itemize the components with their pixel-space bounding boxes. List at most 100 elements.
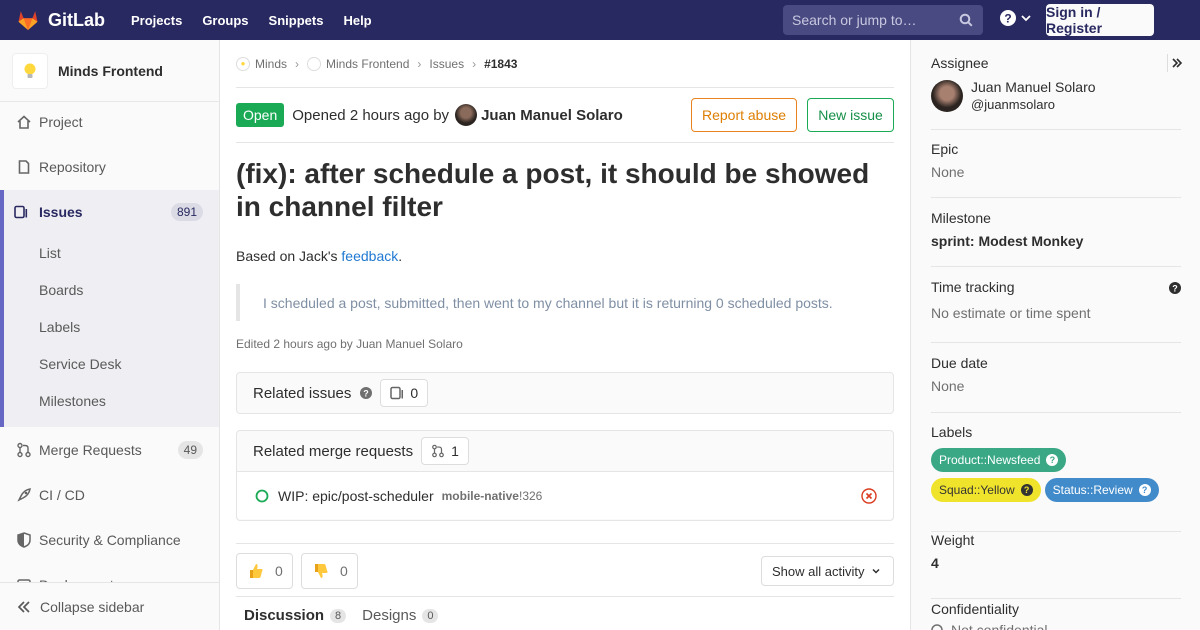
thumbs-down-button[interactable]: 0 <box>301 553 358 589</box>
svg-text:?: ? <box>1004 12 1011 26</box>
opened-time: 2 hours ago <box>349 106 430 124</box>
weight-block: Weight 4 <box>931 532 1181 599</box>
nav-help[interactable]: Help <box>343 13 371 28</box>
sidebar-item-label: Security & Compliance <box>39 532 181 548</box>
sidebar-item-label: Issues <box>39 204 83 220</box>
author-avatar[interactable] <box>455 104 478 126</box>
tab-discussion[interactable]: Discussion 8 <box>244 607 347 624</box>
edited-info: Edited 2 hours ago by Juan Manuel Solaro <box>236 337 463 351</box>
breadcrumb-group[interactable]: Minds <box>255 57 287 71</box>
question-icon[interactable]: ? <box>1169 282 1181 294</box>
confidentiality-label: Confidentiality <box>931 601 1019 617</box>
label-product-newsfeed[interactable]: Product::Newsfeed ? <box>931 448 1067 472</box>
chevron-down-icon <box>1021 15 1031 22</box>
question-icon: ? <box>1138 484 1151 496</box>
sidebar-item-label: Repository <box>39 159 106 175</box>
right-sidebar: Assignee Juan Manuel Solaro @juanmsolaro… <box>910 40 1200 630</box>
description-text: Based on Jack's <box>236 248 342 264</box>
confidentiality-value: Not confidential <box>931 622 1181 630</box>
breadcrumb-current[interactable]: #1843 <box>484 57 517 71</box>
related-issues-count-value: 0 <box>410 385 419 401</box>
related-mrs-title: Related merge requests <box>253 442 414 460</box>
new-issue-button[interactable]: New issue <box>807 98 894 132</box>
sidebar-item-project[interactable]: Project <box>0 102 219 142</box>
gitlab-logo[interactable]: GitLab <box>16 8 105 32</box>
assignee-block: Assignee Juan Manuel Solaro @juanmsolaro <box>931 55 1181 130</box>
breadcrumb: ● Minds › Minds Frontend › Issues › #184… <box>236 40 894 88</box>
chevron-down-icon <box>872 568 880 574</box>
thumbs-up-button[interactable]: 0 <box>236 553 293 589</box>
opened-label: Opened <box>292 106 346 124</box>
mr-project: mobile-native <box>441 488 519 503</box>
signin-button[interactable]: Sign in / Register <box>1046 4 1154 36</box>
eye-icon <box>931 624 943 630</box>
mr-iid: !326 <box>518 488 543 503</box>
sidebar-subitem-milestones[interactable]: Milestones <box>4 382 219 419</box>
project-header[interactable]: Minds Frontend <box>0 40 219 102</box>
thumbs-up-count: 0 <box>275 563 283 579</box>
report-abuse-button[interactable]: Report abuse <box>691 98 797 132</box>
tab-designs[interactable]: Designs 0 <box>362 607 439 624</box>
label-status-review[interactable]: Status::Review ? <box>1044 478 1159 502</box>
nav-groups[interactable]: Groups <box>202 13 248 28</box>
search-input[interactable]: Search or jump to… <box>783 5 983 35</box>
related-merge-requests-block: Related merge requests 1 WIP: epic/post-… <box>236 430 894 521</box>
activity-filter-dropdown[interactable]: Show all activity <box>761 556 894 586</box>
pipeline-failed-icon[interactable] <box>861 487 877 504</box>
mr-title[interactable]: WIP: epic/post-scheduler <box>278 488 434 504</box>
merge-requests-count-badge: 49 <box>177 441 203 459</box>
sidebar-item-merge-requests[interactable]: Merge Requests 49 <box>0 430 219 470</box>
sidebar-subitem-service-desk[interactable]: Service Desk <box>4 345 219 382</box>
weight-label: Weight <box>931 532 975 548</box>
epic-label: Epic <box>931 141 959 157</box>
thumbs-up-icon <box>250 564 263 578</box>
sidebar-subitem-labels[interactable]: Labels <box>4 308 219 345</box>
activity-filter-label: Show all activity <box>772 563 865 579</box>
breadcrumb-project[interactable]: Minds Frontend <box>326 57 409 71</box>
assignee-info[interactable]: Juan Manuel Solaro @juanmsolaro <box>931 79 1181 113</box>
sidebar-item-label: CI / CD <box>39 487 85 503</box>
open-status-icon <box>255 489 269 502</box>
nav-projects[interactable]: Projects <box>131 13 182 28</box>
collapse-sidebar-button[interactable]: Collapse sidebar <box>0 582 219 630</box>
related-mrs-count[interactable]: 1 <box>421 437 469 465</box>
question-icon: ? <box>1020 484 1033 496</box>
sidebar-item-ci-cd[interactable]: CI / CD <box>0 475 219 515</box>
nav-snippets[interactable]: Snippets <box>269 13 324 28</box>
related-issues-block: Related issues ? 0 <box>236 372 894 414</box>
sidebar-item-repository[interactable]: Repository <box>0 147 219 187</box>
list-item[interactable]: WIP: epic/post-scheduler mobile-native!3… <box>237 471 893 519</box>
question-icon: ? <box>1046 454 1059 466</box>
sidebar-subitem-boards[interactable]: Boards <box>4 271 219 308</box>
shield-icon <box>17 532 31 548</box>
sidebar-issues-header[interactable]: Issues 891 <box>4 190 219 234</box>
tab-count: 8 <box>330 608 347 623</box>
description-suffix: . <box>398 248 403 264</box>
sidebar-item-issues: Issues 891 List Boards Labels Service De… <box>0 190 219 427</box>
author-name[interactable]: Juan Manuel Solaro <box>481 107 623 124</box>
epic-value: None <box>931 164 965 180</box>
assignee-username: @juanmsolaro <box>971 97 1056 112</box>
svg-text:?: ? <box>1172 284 1178 294</box>
issue-opened-info: Opened 2 hours ago by Juan Manuel Solaro <box>292 104 623 126</box>
help-dropdown[interactable]: ? <box>1000 10 1032 26</box>
breadcrumb-separator: › <box>295 56 300 71</box>
breadcrumb-separator: › <box>472 56 477 71</box>
milestone-label: Milestone <box>931 210 991 226</box>
merge-request-icon <box>17 442 31 458</box>
question-icon[interactable]: ? <box>360 387 373 399</box>
milestone-value[interactable]: sprint: Modest Monkey <box>931 233 1181 249</box>
label-squad-yellow[interactable]: Squad::Yellow ? <box>931 478 1041 502</box>
issues-icon <box>14 205 28 219</box>
feedback-link[interactable]: feedback <box>341 248 398 264</box>
search-icon <box>959 13 973 27</box>
brand-name: GitLab <box>48 9 105 30</box>
project-name: Minds Frontend <box>58 62 163 79</box>
weight-value: 4 <box>931 555 939 571</box>
status-badge: Open <box>236 103 285 127</box>
breadcrumb-issues[interactable]: Issues <box>429 57 464 71</box>
related-issues-count[interactable]: 0 <box>380 379 429 407</box>
sidebar-item-security[interactable]: Security & Compliance <box>0 520 219 560</box>
left-sidebar: Minds Frontend Project Repository Issues… <box>0 40 220 630</box>
sidebar-subitem-list[interactable]: List <box>4 234 219 271</box>
